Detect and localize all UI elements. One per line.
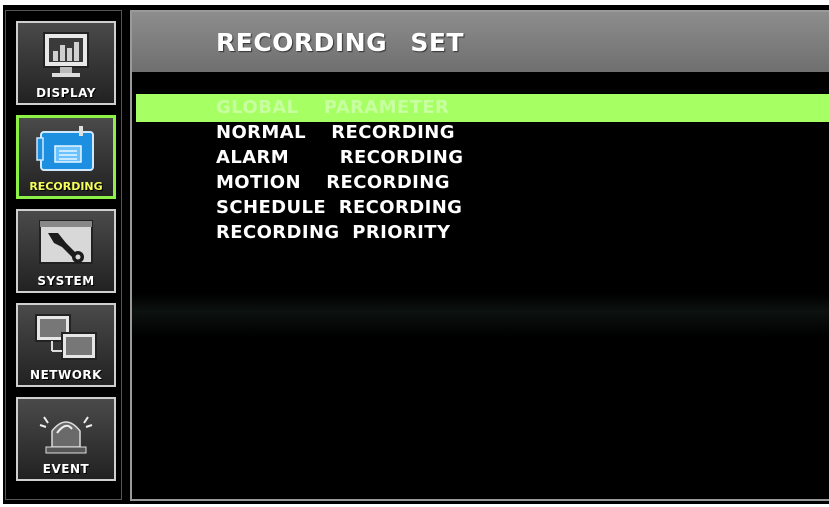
- menu-item-normal-recording[interactable]: NORMAL RECORDING: [136, 119, 829, 147]
- sidebar-item-system[interactable]: SYSTEM: [16, 209, 116, 293]
- menu-item-alarm-recording[interactable]: ALARM RECORDING: [136, 144, 829, 172]
- sidebar-item-label: DISPLAY: [36, 86, 96, 100]
- panel-content: GLOBAL PARAMETER NORMAL RECORDING ALARM …: [132, 72, 829, 499]
- page-title: RECORDING SET: [216, 28, 465, 57]
- sidebar: DISPLAY RECORDING SYSTEM NETWORK EVENT: [5, 10, 122, 500]
- sidebar-item-display[interactable]: DISPLAY: [16, 21, 116, 105]
- sidebar-item-network[interactable]: NETWORK: [16, 303, 116, 387]
- sidebar-item-event[interactable]: EVENT: [16, 397, 116, 481]
- sidebar-item-recording[interactable]: RECORDING: [16, 115, 116, 199]
- sidebar-item-label: SYSTEM: [37, 274, 95, 288]
- recording-set-panel: RECORDING SET GLOBAL PARAMETER NORMAL RE…: [130, 10, 829, 501]
- alarm-light-icon: [39, 416, 93, 454]
- wrench-icon: [39, 220, 93, 264]
- camera-icon: [36, 126, 94, 171]
- menu-item-global-parameter[interactable]: GLOBAL PARAMETER: [136, 94, 829, 122]
- sidebar-item-label: EVENT: [42, 462, 90, 476]
- sidebar-item-label: NETWORK: [30, 368, 102, 382]
- panel-header: RECORDING SET: [132, 12, 829, 72]
- sidebar-item-label: RECORDING: [29, 180, 103, 193]
- network-icon: [35, 314, 97, 360]
- menu-item-schedule-recording[interactable]: SCHEDULE RECORDING: [136, 194, 829, 222]
- recording-menu: GLOBAL PARAMETER NORMAL RECORDING ALARM …: [136, 94, 829, 244]
- menu-item-motion-recording[interactable]: MOTION RECORDING: [136, 169, 829, 197]
- menu-item-recording-priority[interactable]: RECORDING PRIORITY: [136, 219, 829, 247]
- monitor-icon: [43, 32, 89, 77]
